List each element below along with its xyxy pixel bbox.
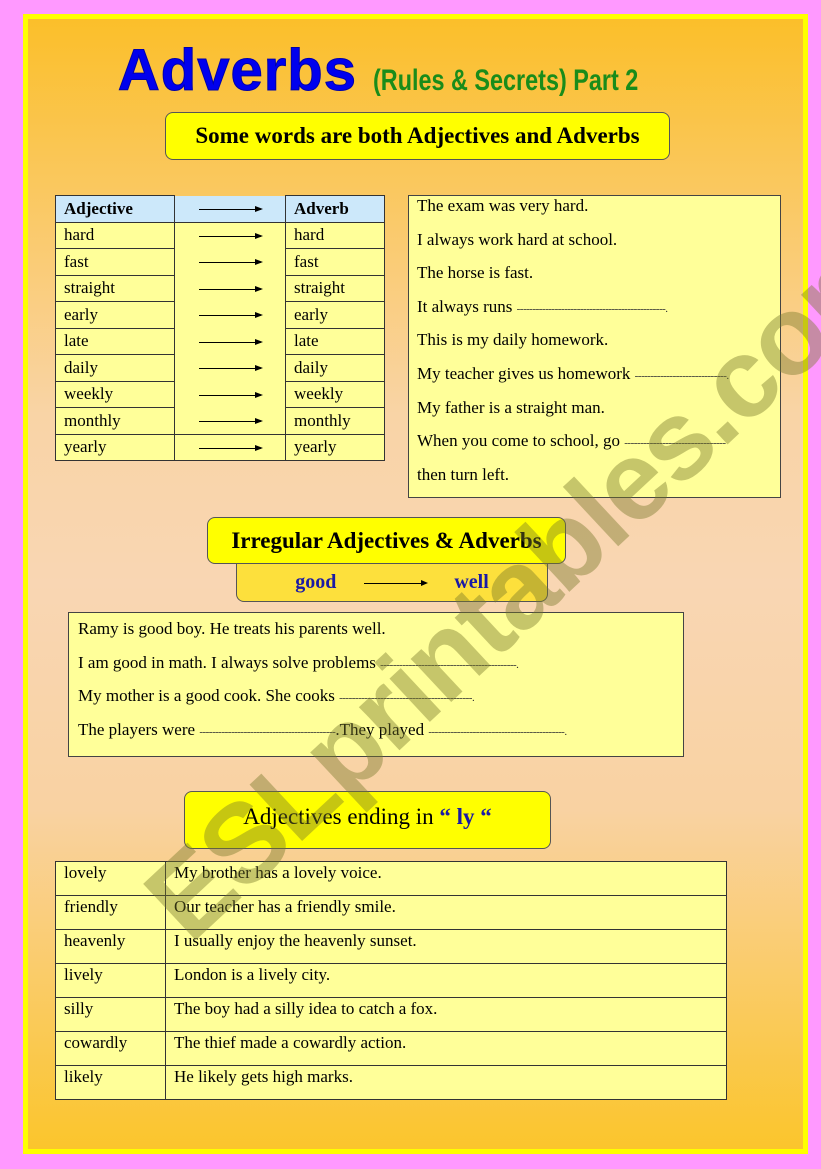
table-row: lovely My brother has a lovely voice. xyxy=(55,861,727,896)
word-cell: lively xyxy=(55,963,166,998)
arrow-icon xyxy=(199,259,263,266)
example-line: Ramy is good boy. He treats his parents … xyxy=(78,619,386,638)
example-line: When you come to school, go ------------… xyxy=(417,431,726,451)
arrow-icon xyxy=(199,418,263,425)
answer-blank[interactable]: ----------------------------------------… xyxy=(517,303,668,315)
example-line: then turn left. xyxy=(417,464,510,484)
ly-highlight: “ ly “ xyxy=(439,804,492,829)
pair-adverb: well xyxy=(454,571,489,593)
page-subtitle: (Rules & Secrets) Part 2 xyxy=(372,64,639,97)
table-row: hard hard xyxy=(55,221,385,249)
table-row: fast fast xyxy=(55,248,385,276)
sentence-cell: London is a lively city. xyxy=(165,963,727,998)
table-row: heavenly I usually enjoy the heavenly sun… xyxy=(55,929,727,964)
arrow-icon xyxy=(199,233,263,240)
adverb-cell: early xyxy=(285,301,385,329)
example-line: It always runs -------------------------… xyxy=(417,296,668,316)
table-row: likely He likely gets high marks. xyxy=(55,1065,727,1100)
table-row: daily daily xyxy=(55,354,385,382)
table-row: cowardly The thief made a cowardly action… xyxy=(55,1031,727,1066)
example-line: This is my daily homework. xyxy=(417,330,609,350)
arrow-icon xyxy=(199,391,263,398)
word-cell: friendly xyxy=(55,895,166,930)
sentence-cell: Our teacher has a friendly smile. xyxy=(165,895,727,930)
example-line: The players were -----------------------… xyxy=(78,719,567,739)
answer-blank[interactable]: ----------------------------------------… xyxy=(339,692,475,704)
table-row: late late xyxy=(55,327,385,355)
ly-adjectives-table: lovely My brother has a lovely voice. fri… xyxy=(55,861,727,1100)
adverb-cell: straight xyxy=(285,274,385,302)
adjective-cell: fast xyxy=(55,248,175,276)
table-row: straight straight xyxy=(55,274,385,302)
section3-banner: Adjectives ending in “ ly “ xyxy=(184,791,551,849)
adverb-cell: late xyxy=(285,327,385,355)
adjective-cell: late xyxy=(55,327,175,355)
table-row: early early xyxy=(55,301,385,329)
example-line: The horse is fast. xyxy=(417,263,534,283)
examples-box-1: The exam was very hard. I always work ha… xyxy=(408,195,781,498)
arrow-icon xyxy=(364,579,429,586)
word-cell: likely xyxy=(55,1065,166,1100)
example-line: My father is a straight man. xyxy=(417,397,605,417)
adjective-cell: daily xyxy=(55,354,175,382)
arrow-icon xyxy=(199,338,263,345)
worksheet-frame: Adverbs (Rules & Secrets) Part 2 Some wor… xyxy=(23,14,808,1154)
sentence-cell: My brother has a lovely voice. xyxy=(165,861,727,896)
arrow-icon xyxy=(199,365,263,372)
arrow-icon xyxy=(199,312,263,319)
table-row: yearly yearly xyxy=(55,433,385,461)
table-header-row: Adjective Adverb xyxy=(55,195,385,223)
example-line: The exam was very hard. xyxy=(417,196,589,215)
word-cell: silly xyxy=(55,997,166,1032)
adverb-cell: daily xyxy=(285,354,385,382)
section1-banner: Some words are both Adjectives and Adver… xyxy=(165,112,670,160)
examples-box-2: Ramy is good boy. He treats his parents … xyxy=(68,612,684,757)
adjective-cell: hard xyxy=(55,221,175,249)
arrow-icon xyxy=(199,444,263,451)
section2-banner: Irregular Adjectives & Adverbs xyxy=(207,517,566,564)
table-row: monthly monthly xyxy=(55,407,385,435)
word-cell: lovely xyxy=(55,861,166,896)
adverb-cell: yearly xyxy=(285,433,385,461)
adjective-cell: weekly xyxy=(55,380,175,408)
sentence-cell: I usually enjoy the heavenly sunset. xyxy=(165,929,727,964)
adjective-cell: yearly xyxy=(55,433,175,461)
table-row: weekly weekly xyxy=(55,380,385,408)
answer-blank[interactable]: ----------------------------------------… xyxy=(199,726,336,738)
adjective-cell: straight xyxy=(55,274,175,302)
answer-blank[interactable]: ----------------------------------------… xyxy=(428,726,567,738)
irregular-pair: good well xyxy=(236,564,548,602)
pair-adjective: good xyxy=(295,571,337,593)
title-row: Adverbs (Rules & Secrets) Part 2 xyxy=(28,37,803,104)
adjective-cell: monthly xyxy=(55,407,175,435)
adverb-cell: fast xyxy=(285,248,385,276)
example-line: I am good in math. I always solve proble… xyxy=(78,652,519,672)
adjective-cell: early xyxy=(55,301,175,329)
header-adverb: Adverb xyxy=(285,195,385,223)
sentence-cell: He likely gets high marks. xyxy=(165,1065,727,1100)
word-cell: heavenly xyxy=(55,929,166,964)
example-line: I always work hard at school. xyxy=(417,229,618,249)
header-adjective: Adjective xyxy=(55,195,175,223)
example-line: My teacher gives us homework -----------… xyxy=(417,363,729,383)
page-title: Adverbs xyxy=(117,38,357,104)
answer-blank[interactable]: -------------------------------- xyxy=(624,437,726,449)
adverb-cell: weekly xyxy=(285,380,385,408)
word-cell: cowardly xyxy=(55,1031,166,1066)
table-row: lively London is a lively city. xyxy=(55,963,727,998)
sentence-cell: The thief made a cowardly action. xyxy=(165,1031,727,1066)
arrow-icon xyxy=(199,206,263,213)
adverb-cell: monthly xyxy=(285,407,385,435)
arrow-icon xyxy=(199,285,263,292)
example-line: My mother is a good cook. She cooks ----… xyxy=(78,686,475,705)
answer-blank[interactable]: -----------------------------. xyxy=(635,370,729,382)
table-row: silly The boy had a silly idea to catch a… xyxy=(55,997,727,1032)
answer-blank[interactable]: ----------------------------------------… xyxy=(380,659,519,671)
sentence-cell: The boy had a silly idea to catch a fox. xyxy=(165,997,727,1032)
adverb-cell: hard xyxy=(285,221,385,249)
adjective-adverb-table: Adjective Adverb hard hard fast fast strai… xyxy=(55,195,385,461)
table-row: friendly Our teacher has a friendly smile… xyxy=(55,895,727,930)
